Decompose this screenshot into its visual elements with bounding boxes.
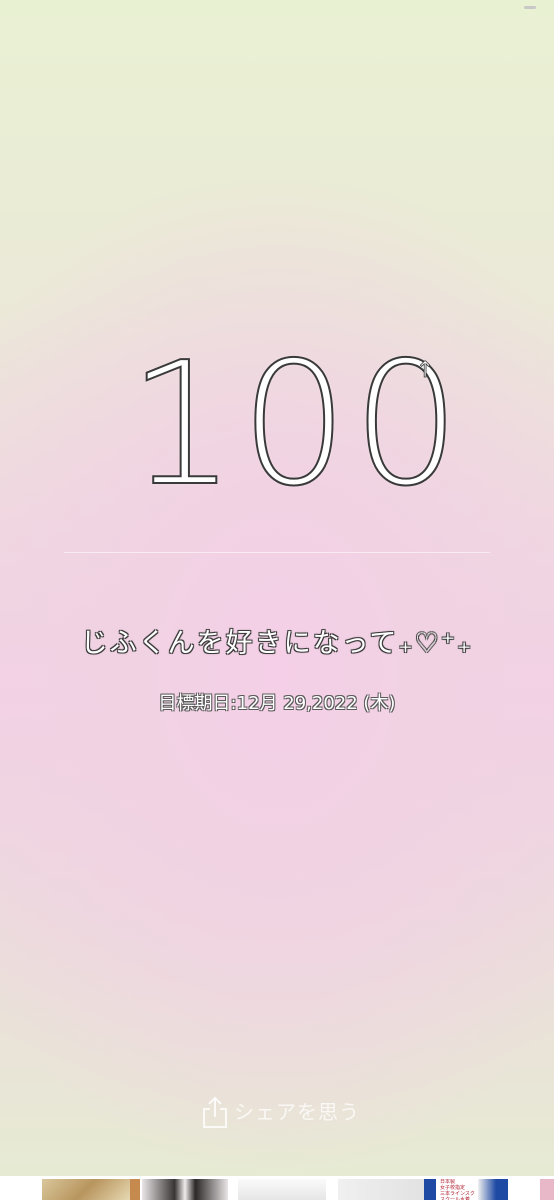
status-indicator bbox=[524, 6, 536, 9]
ad-text: 日本製 女子校指定 三本ラインスク スクール水着 bbox=[440, 1179, 475, 1200]
food-ad[interactable] bbox=[42, 1179, 130, 1200]
share-button[interactable]: シェアを思う bbox=[180, 1090, 380, 1134]
target-date: 目標期日:12月 29,2022 (木) bbox=[158, 693, 396, 714]
goal-title: じふくんを好きになって₊♡⁺₊ bbox=[80, 628, 474, 659]
people-ad[interactable] bbox=[142, 1179, 228, 1200]
share-label: シェアを思う bbox=[234, 1100, 360, 1124]
extra-ad[interactable] bbox=[540, 1179, 554, 1200]
divider bbox=[64, 552, 490, 553]
text-ad[interactable]: 日本製 女子校指定 三本ラインスク スクール水着 bbox=[436, 1179, 476, 1200]
countdown-display: 100 ↑ bbox=[0, 326, 554, 524]
share-icon bbox=[203, 1096, 227, 1128]
person-ad[interactable] bbox=[338, 1179, 424, 1200]
up-arrow-icon: ↑ bbox=[416, 358, 435, 383]
swimsuit-ad-2[interactable] bbox=[478, 1179, 508, 1200]
ad-banner[interactable]: 日本製 女子校指定 三本ラインスク スクール水着 bbox=[0, 1176, 554, 1200]
swimsuit-ad[interactable] bbox=[424, 1179, 436, 1200]
day-counter: 100 bbox=[127, 326, 465, 524]
bedroom-ad[interactable] bbox=[130, 1179, 140, 1200]
table-ad[interactable] bbox=[238, 1179, 326, 1200]
